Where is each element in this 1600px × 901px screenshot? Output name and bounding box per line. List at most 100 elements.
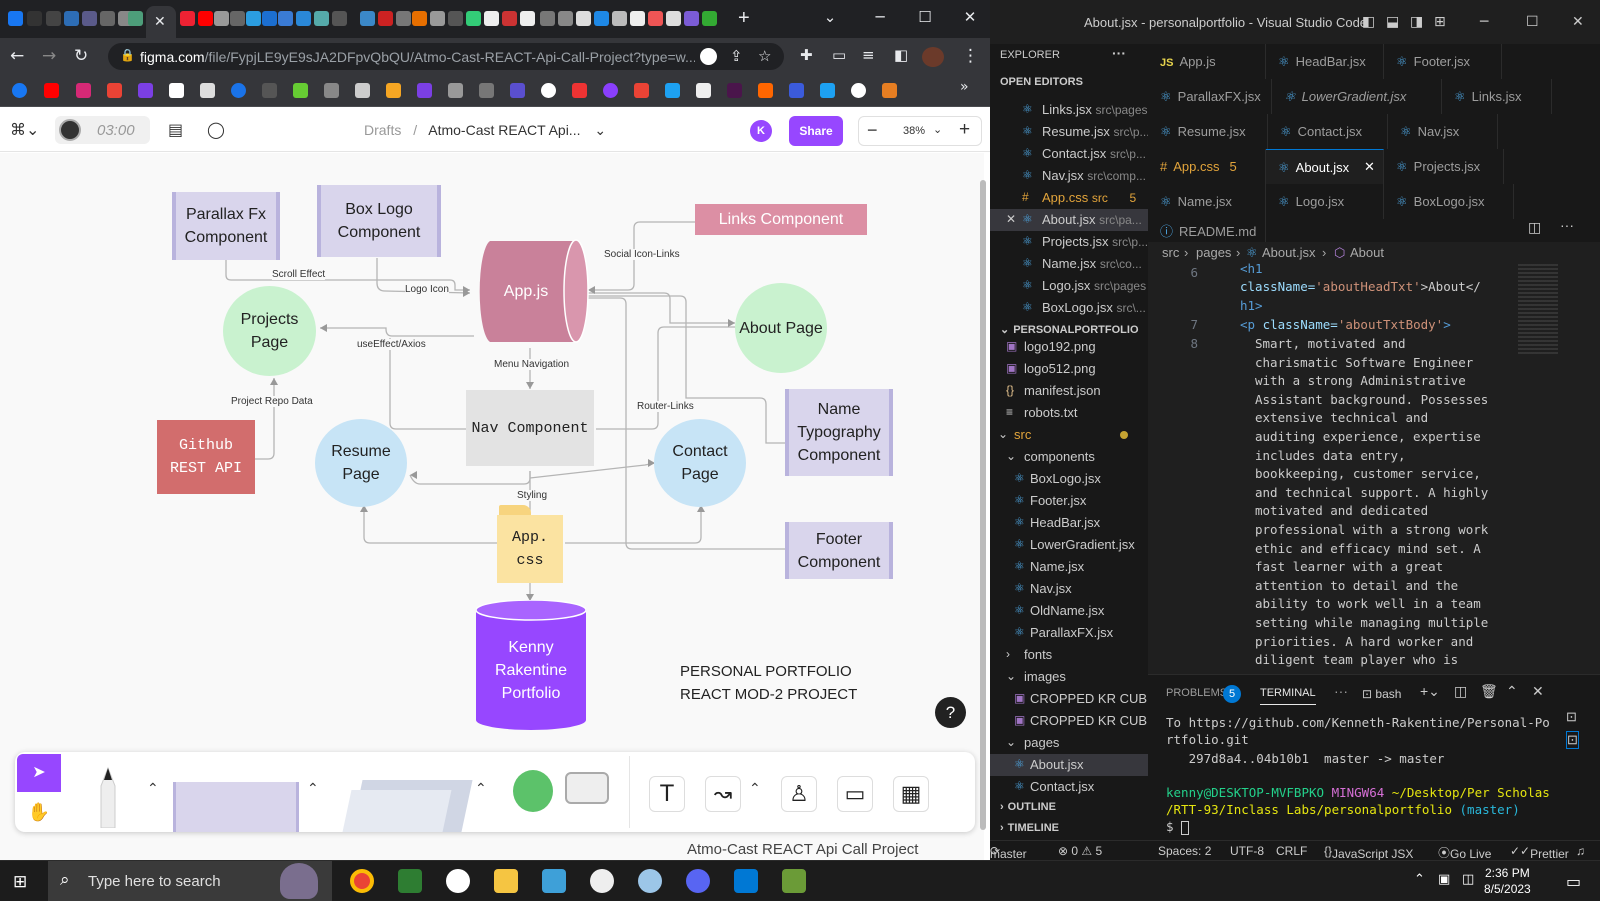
open-editor-item[interactable]: ⚛ Nav.jsx src\comp... <box>990 165 1148 187</box>
tab-icon[interactable] <box>430 11 445 26</box>
tab-icon[interactable] <box>378 11 393 26</box>
tree-item[interactable]: ▣CROPPED KR CUBE... <box>990 710 1148 732</box>
close-panel-icon[interactable]: ✕ <box>1532 683 1544 700</box>
terminal-instance-icon[interactable]: ⊡ <box>1566 709 1577 725</box>
figma-menu-icon[interactable]: ⌘⌄ <box>10 120 39 139</box>
open-editor-item[interactable]: ⚛ Resume.jsx src\p... <box>990 121 1148 143</box>
tab-nav[interactable]: ⚛ Nav.jsx <box>1388 114 1498 149</box>
tab-icon[interactable] <box>82 11 97 26</box>
timer-widget[interactable]: 03:00 <box>55 116 150 144</box>
avatar[interactable]: K <box>750 120 772 142</box>
tab-icon[interactable] <box>314 11 329 26</box>
tab-icon[interactable] <box>180 11 195 26</box>
bookmark-icon[interactable] <box>603 83 618 98</box>
tab-icon[interactable] <box>100 11 115 26</box>
tab-projects[interactable]: ⚛ Projects.jsx <box>1384 149 1504 184</box>
share-button[interactable]: Share <box>789 116 843 146</box>
camera-icon[interactable] <box>565 772 609 804</box>
contact-page-node[interactable]: Contact Page <box>654 419 746 507</box>
chrome-taskbar-icon[interactable] <box>350 869 374 893</box>
bookmark-icon[interactable] <box>634 83 649 98</box>
menu-kebab-icon[interactable]: ⋮ <box>962 46 979 66</box>
tab-logo[interactable]: ⚛ Logo.jsx <box>1266 184 1384 219</box>
more-tabs-icon[interactable]: ··· <box>1334 683 1348 699</box>
about-page-node[interactable]: About Page <box>735 283 827 373</box>
tree-folder-fonts[interactable]: › fonts <box>990 644 1148 666</box>
tab-icon[interactable] <box>278 11 293 26</box>
open-editor-item[interactable]: ⚛ BoxLogo.jsx src\... <box>990 297 1148 319</box>
tab-resume[interactable]: ⚛ Resume.jsx <box>1148 114 1268 149</box>
file-name[interactable]: Atmo-Cast REACT Api... <box>428 122 580 138</box>
section-tool-icon[interactable]: ▭ <box>837 776 873 812</box>
zoom-level[interactable]: 38% <box>903 125 925 137</box>
bookmark-star-icon[interactable]: ☆ <box>758 47 771 65</box>
tree-item[interactable]: ⚛ HeadBar.jsx <box>990 512 1148 534</box>
bookmark-icon[interactable] <box>572 83 587 98</box>
facebook-bookmark-icon[interactable] <box>12 83 27 98</box>
timeline-header[interactable]: › TIMELINE <box>1000 822 1059 834</box>
breadcrumb-pages[interactable]: pages <box>1196 245 1231 260</box>
youtube-bookmark-icon[interactable] <box>44 83 59 98</box>
tab-icon[interactable] <box>128 11 143 26</box>
lock-icon[interactable]: 🔒 <box>120 48 135 62</box>
indentation-status[interactable]: Spaces: 2 <box>1158 844 1211 858</box>
tree-item[interactable]: ≡ robots.txt <box>990 402 1148 424</box>
bookmark-icon[interactable] <box>789 83 804 98</box>
taskbar-clock[interactable]: 2:36 PM 8/5/2023 <box>1484 865 1531 897</box>
more-actions-icon[interactable]: ··· <box>1560 217 1574 233</box>
cast-icon[interactable]: ▭ <box>832 46 846 64</box>
layout-icon[interactable]: ▤ <box>168 120 183 139</box>
terminal-input[interactable]: $ <box>1166 818 1190 835</box>
hand-tool-icon[interactable]: ✋ <box>17 794 61 830</box>
kenny-portfolio-node[interactable]: Kenny Rakentine Portfolio <box>476 600 586 730</box>
slack-bookmark-icon[interactable] <box>727 83 742 98</box>
tab-icon[interactable] <box>502 11 517 26</box>
taskbar-app-icon[interactable] <box>782 869 806 893</box>
footer-component-node[interactable]: Footer Component <box>785 522 893 579</box>
minimize-button[interactable]: ─ <box>860 8 900 26</box>
open-editor-item[interactable]: ⚛ Projects.jsx src\p... <box>990 231 1148 253</box>
stamp-tool-icon[interactable]: ♙ <box>781 776 817 812</box>
problems-status[interactable]: ⊗ 0 ⚠ 5 <box>1058 844 1102 858</box>
table-tool-icon[interactable]: ▦ <box>893 776 929 812</box>
taskbar-search[interactable]: ⌕ Type here to search <box>48 861 332 901</box>
open-editor-item[interactable]: ⚛ Name.jsx src\co... <box>990 253 1148 275</box>
help-button[interactable]: ? <box>935 697 966 728</box>
tab-terminal[interactable]: TERMINAL <box>1260 687 1316 705</box>
bookmark-icon[interactable] <box>665 83 680 98</box>
customize-layout-icon[interactable]: ⊞ <box>1434 14 1446 30</box>
bookmark-icon[interactable] <box>386 83 401 98</box>
bookmark-icon[interactable] <box>758 83 773 98</box>
more-actions-icon[interactable]: ··· <box>1112 45 1126 61</box>
taskbar-app-icon[interactable] <box>446 869 470 893</box>
language-status[interactable]: {} JavaScript JSX <box>1324 844 1413 861</box>
sticker-icon[interactable] <box>513 770 553 812</box>
new-terminal-icon[interactable]: +⌄ <box>1420 683 1440 700</box>
chevron-up-icon[interactable]: ⌃ <box>1506 683 1518 700</box>
tab-icon[interactable] <box>466 11 481 26</box>
tree-folder-pages[interactable]: ⌄ pages <box>990 732 1148 754</box>
tab-icon[interactable] <box>332 11 347 26</box>
tab-readme[interactable]: ⓘ README.md <box>1148 219 1266 242</box>
shapes-tool[interactable] <box>337 770 473 832</box>
tab-icon[interactable] <box>412 11 427 26</box>
bookmark-icon[interactable] <box>293 83 308 98</box>
tree-item[interactable]: ▣CROPPED KR CUBE... <box>990 688 1148 710</box>
prettier-status[interactable]: ✓✓ Prettier <box>1510 844 1569 861</box>
tab-boxlogo[interactable]: ⚛ BoxLogo.jsx <box>1384 184 1514 219</box>
tab-icon[interactable] <box>520 11 535 26</box>
trash-icon[interactable]: 🗑 <box>1480 683 1498 700</box>
maximize-button[interactable]: ☐ <box>1526 14 1539 30</box>
minimize-button[interactable]: ─ <box>1480 14 1488 30</box>
tab-links[interactable]: ⚛ Links.jsx <box>1442 79 1552 114</box>
zoom-out-button[interactable]: − <box>867 120 878 141</box>
tab-icon[interactable] <box>648 11 663 26</box>
terminal-instance-icon[interactable]: ⊡ <box>1566 731 1579 749</box>
notifications-icon[interactable]: ♫ <box>1576 844 1585 858</box>
open-editor-item-active[interactable]: ✕ ⚛ About.jsx src\pa... <box>990 209 1148 231</box>
tab-footer[interactable]: ⚛ Footer.jsx <box>1384 44 1502 79</box>
facebook-tab-icon[interactable] <box>8 11 23 26</box>
projects-page-node[interactable]: Projects Page <box>223 286 316 376</box>
tab-icon[interactable] <box>360 11 375 26</box>
bookmark-icon[interactable] <box>696 83 711 98</box>
